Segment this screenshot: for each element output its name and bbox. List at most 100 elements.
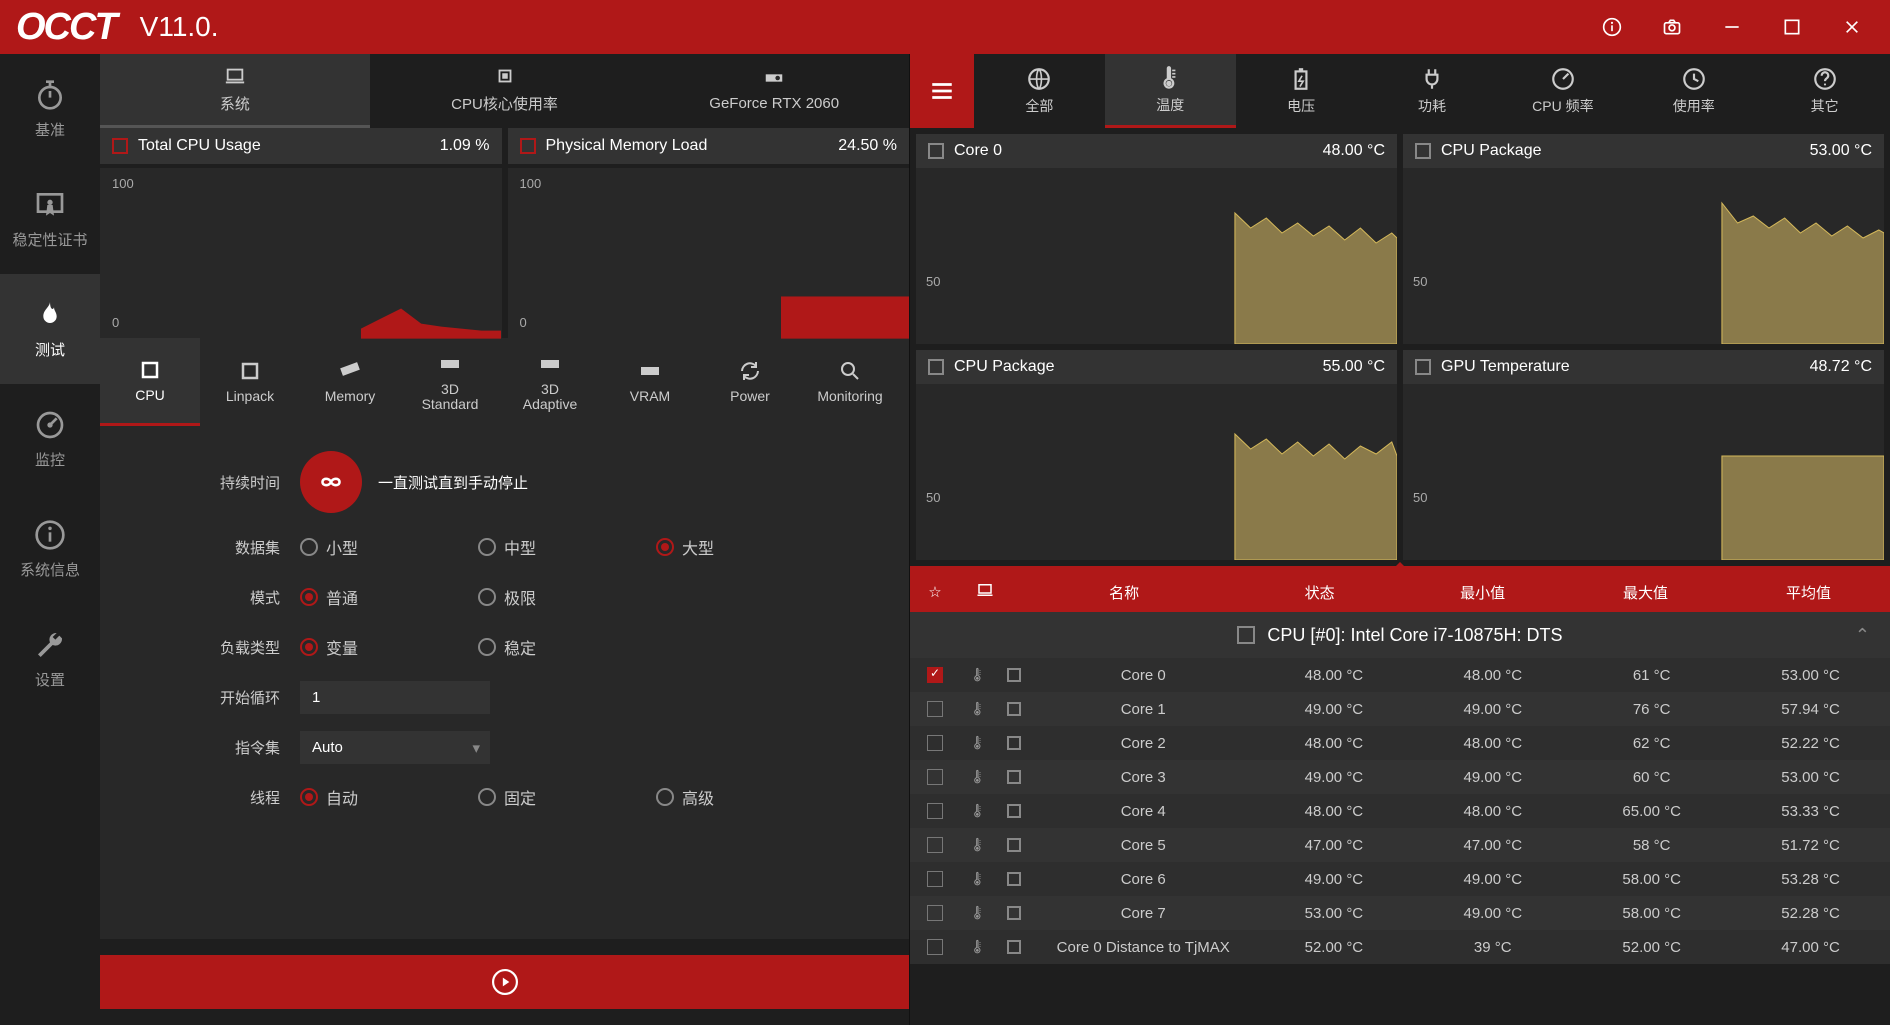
table-row[interactable]: Core 3 49.00 °C 49.00 °C 60 °C 53.00 °C xyxy=(910,760,1890,794)
checkbox[interactable] xyxy=(927,905,943,921)
stopwatch-icon xyxy=(34,79,66,111)
checkbox[interactable] xyxy=(927,803,943,819)
row-max: 58.00 °C xyxy=(1572,871,1731,888)
test-tab-monitoring[interactable]: Monitoring xyxy=(800,338,900,426)
square-icon xyxy=(996,702,1032,716)
maximize-button[interactable] xyxy=(1762,0,1822,54)
table-row[interactable]: Core 0 48.00 °C 48.00 °C 61 °C 53.00 °C xyxy=(910,658,1890,692)
radio-extreme[interactable]: 极限 xyxy=(478,585,536,609)
checkbox[interactable] xyxy=(927,667,943,683)
nav-settings[interactable]: 设置 xyxy=(0,604,100,714)
tab-gpu[interactable]: GeForce RTX 2060 xyxy=(639,54,909,128)
instr-select[interactable]: Auto xyxy=(300,731,490,764)
square-icon xyxy=(996,770,1032,784)
menu-button[interactable] xyxy=(910,54,974,128)
radio-small[interactable]: 小型 xyxy=(300,535,358,559)
info-icon xyxy=(34,519,66,551)
laptop-icon xyxy=(960,581,1010,603)
system-tabs: 系统 CPU核心使用率 GeForce RTX 2060 xyxy=(100,54,909,128)
table-body: Core 0 48.00 °C 48.00 °C 61 °C 53.00 °C … xyxy=(910,658,1890,964)
radio-fixed[interactable]: 固定 xyxy=(478,785,536,809)
rtab-other[interactable]: 其它 xyxy=(1759,54,1890,128)
nav-monitor[interactable]: 监控 xyxy=(0,384,100,494)
table-row[interactable]: Core 1 49.00 °C 49.00 °C 76 °C 57.94 °C xyxy=(910,692,1890,726)
row-max: 61 °C xyxy=(1572,667,1731,684)
rtab-temp[interactable]: 温度 xyxy=(1105,54,1236,128)
test-tab-vram[interactable]: VRAM xyxy=(600,338,700,426)
info-button[interactable] xyxy=(1582,0,1642,54)
table-row[interactable]: Core 0 Distance to TjMAX 52.00 °C 39 °C … xyxy=(910,930,1890,964)
radio-advanced[interactable]: 高级 xyxy=(656,785,714,809)
nav-certificate[interactable]: 稳定性证书 xyxy=(0,164,100,274)
row-min: 47.00 °C xyxy=(1413,837,1572,854)
radio-normal[interactable]: 普通 xyxy=(300,585,358,609)
app-logo: OCCT xyxy=(8,6,124,49)
minimize-button[interactable] xyxy=(1702,0,1762,54)
radio-large[interactable]: 大型 xyxy=(656,535,714,559)
checkbox[interactable] xyxy=(927,939,943,955)
group-header[interactable]: CPU [#0]: Intel Core i7-10875H: DTS ⌃ xyxy=(910,612,1890,658)
radio-auto[interactable]: 自动 xyxy=(300,785,358,809)
run-button[interactable] xyxy=(100,955,909,1009)
nav-sysinfo[interactable]: 系统信息 xyxy=(0,494,100,604)
test-tab-memory[interactable]: Memory xyxy=(300,338,400,426)
flame-icon xyxy=(34,299,66,331)
test-tab-cpu[interactable]: CPU xyxy=(100,338,200,426)
square-icon xyxy=(996,736,1032,750)
table-row[interactable]: Core 7 53.00 °C 49.00 °C 58.00 °C 52.28 … xyxy=(910,896,1890,930)
refresh-icon xyxy=(738,359,762,383)
checkbox[interactable] xyxy=(927,837,943,853)
tab-system[interactable]: 系统 xyxy=(100,54,370,128)
chart-cpupkg2: CPU Package55.00 °C 50 xyxy=(916,350,1397,560)
test-tab-3dadp[interactable]: 3D Adaptive xyxy=(500,338,600,426)
radio-variable[interactable]: 变量 xyxy=(300,635,358,659)
row-state: 48.00 °C xyxy=(1254,803,1413,820)
test-tab-power[interactable]: Power xyxy=(700,338,800,426)
close-button[interactable] xyxy=(1822,0,1882,54)
square-icon xyxy=(238,359,262,383)
row-name: Core 1 xyxy=(1032,701,1254,718)
loop-input[interactable] xyxy=(300,681,490,714)
table-row[interactable]: Core 2 48.00 °C 48.00 °C 62 °C 52.22 °C xyxy=(910,726,1890,760)
radio-medium[interactable]: 中型 xyxy=(478,535,536,559)
splitter[interactable] xyxy=(910,566,1890,572)
thermometer-icon xyxy=(960,701,996,717)
cpu-usage-header: Total CPU Usage 1.09 % xyxy=(100,128,502,164)
row-min: 49.00 °C xyxy=(1413,769,1572,786)
thermometer-icon xyxy=(960,769,996,785)
table-row[interactable]: Core 4 48.00 °C 48.00 °C 65.00 °C 53.33 … xyxy=(910,794,1890,828)
tab-cpucore[interactable]: CPU核心使用率 xyxy=(370,54,640,128)
row-avg: 53.33 °C xyxy=(1731,803,1890,820)
checkbox[interactable] xyxy=(927,735,943,751)
rtab-voltage[interactable]: 电压 xyxy=(1236,54,1367,128)
checkbox[interactable] xyxy=(927,871,943,887)
square-icon xyxy=(996,668,1032,682)
radio-steady[interactable]: 稳定 xyxy=(478,635,536,659)
infinity-button[interactable] xyxy=(300,451,362,513)
checkbox[interactable] xyxy=(927,769,943,785)
rtab-usage[interactable]: 使用率 xyxy=(1628,54,1759,128)
nav-benchmark[interactable]: 基准 xyxy=(0,54,100,164)
test-tab-3dstd[interactable]: 3D Standard xyxy=(400,338,500,426)
nav-test[interactable]: 测试 xyxy=(0,274,100,384)
square-icon xyxy=(1415,143,1431,159)
table-row[interactable]: Core 5 47.00 °C 47.00 °C 58 °C 51.72 °C xyxy=(910,828,1890,862)
row-min: 48.00 °C xyxy=(1413,667,1572,684)
table-row[interactable]: Core 6 49.00 °C 49.00 °C 58.00 °C 53.28 … xyxy=(910,862,1890,896)
row-max: 62 °C xyxy=(1572,735,1731,752)
rtab-cpufreq[interactable]: CPU 频率 xyxy=(1497,54,1628,128)
test-tab-linpack[interactable]: Linpack xyxy=(200,338,300,426)
checkbox[interactable] xyxy=(927,701,943,717)
rtab-all[interactable]: 全部 xyxy=(974,54,1105,128)
screenshot-button[interactable] xyxy=(1642,0,1702,54)
row-avg: 52.22 °C xyxy=(1731,735,1890,752)
duration-text: 一直测试直到手动停止 xyxy=(378,472,528,493)
nav-label: 设置 xyxy=(35,669,65,690)
threads-radios: 自动 固定 高级 xyxy=(300,785,889,809)
mem-usage-chart: 100 0 xyxy=(508,168,910,338)
row-name: Core 0 Distance to TjMAX xyxy=(1032,939,1254,956)
row-max: 60 °C xyxy=(1572,769,1731,786)
infinity-icon xyxy=(314,465,348,499)
row-name: Core 3 xyxy=(1032,769,1254,786)
rtab-power[interactable]: 功耗 xyxy=(1367,54,1498,128)
